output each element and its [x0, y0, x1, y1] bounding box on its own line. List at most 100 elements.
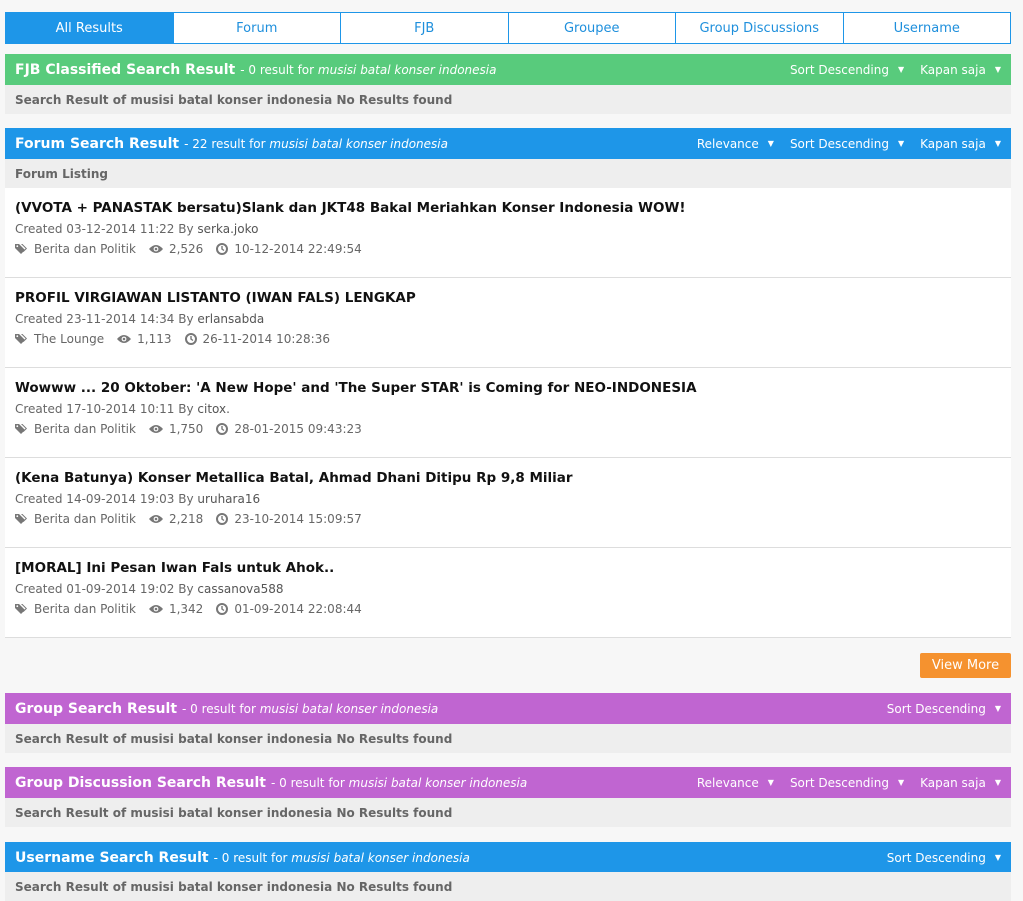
fjb-no-results: Search Result of musisi batal konser ind…	[5, 85, 1011, 114]
fjb-section-header: FJB Classified Search Result - 0 result …	[5, 54, 1011, 85]
thread-views: 1,750	[168, 422, 204, 436]
group-discussion-section-header: Group Discussion Search Result - 0 resul…	[5, 767, 1011, 798]
thread-author-link[interactable]: citox.	[197, 402, 230, 416]
tags-icon	[15, 334, 27, 344]
thread-title-link[interactable]: (Kena Batunya) Konser Metallica Batal, A…	[15, 468, 1001, 488]
thread-last-post: 28-01-2015 09:43:23	[234, 422, 362, 436]
group-query: musisi batal konser indonesia	[259, 701, 439, 716]
thread-author-link[interactable]: uruhara16	[197, 492, 260, 506]
group-discussion-sort-dropdown[interactable]: Sort Descending ▼	[790, 776, 904, 790]
tab-fjb[interactable]: FJB	[341, 13, 509, 43]
forum-listing: (VVOTA + PANASTAK bersatu)Slank dan JKT4…	[5, 188, 1011, 638]
group-result-count: - 0 result for musisi batal konser indon…	[182, 701, 439, 716]
thread-views: 2,526	[168, 242, 204, 256]
fjb-query: musisi batal konser indonesia	[317, 62, 497, 77]
list-item: (VVOTA + PANASTAK bersatu)Slank dan JKT4…	[5, 188, 1011, 278]
eye-icon	[117, 335, 132, 343]
thread-category-link[interactable]: Berita dan Politik	[34, 242, 136, 256]
thread-title-link[interactable]: [MORAL] Ini Pesan Iwan Fals untuk Ahok..	[15, 558, 1001, 578]
thread-author-link[interactable]: erlansabda	[197, 312, 264, 326]
result-tabs: All Results Forum FJB Groupee Group Disc…	[5, 12, 1011, 44]
thread-created: Created 03-12-2014 11:22 By serka.joko	[15, 222, 259, 236]
thread-author-link[interactable]: cassanova588	[197, 582, 283, 596]
forum-listing-label: Forum Listing	[5, 159, 1011, 188]
caret-down-icon: ▼	[994, 853, 1001, 862]
thread-author-link[interactable]: serka.joko	[197, 222, 258, 236]
group-discussion-time-dropdown[interactable]: Kapan saja ▼	[920, 776, 1001, 790]
clock-icon	[216, 513, 229, 525]
thread-category-link[interactable]: The Lounge	[34, 332, 104, 346]
tags-icon	[15, 514, 27, 524]
forum-sort-dropdown[interactable]: Sort Descending ▼	[790, 137, 904, 151]
thread-views: 1,113	[137, 332, 172, 346]
username-no-results: Search Result of musisi batal konser ind…	[5, 872, 1011, 901]
thread-title-link[interactable]: PROFIL VIRGIAWAN LISTANTO (IWAN FALS) LE…	[15, 288, 1001, 308]
eye-icon	[148, 425, 163, 433]
group-section-header: Group Search Result - 0 result for musis…	[5, 693, 1011, 724]
thread-title-link[interactable]: Wowww ... 20 Oktober: 'A New Hope' and '…	[15, 378, 1001, 398]
thread-category-link[interactable]: Berita dan Politik	[34, 422, 136, 436]
thread-title-link[interactable]: (VVOTA + PANASTAK bersatu)Slank dan JKT4…	[15, 198, 1001, 218]
thread-created: Created 14-09-2014 19:03 By uruhara16	[15, 492, 261, 506]
username-sort-dropdown[interactable]: Sort Descending ▼	[887, 851, 1001, 865]
thread-last-post: 01-09-2014 22:08:44	[234, 602, 362, 616]
tab-groupee[interactable]: Groupee	[509, 13, 676, 43]
list-item: Wowww ... 20 Oktober: 'A New Hope' and '…	[5, 368, 1011, 458]
caret-down-icon: ▼	[897, 139, 905, 148]
caret-down-icon: ▼	[994, 778, 1001, 787]
group-discussion-section-title: Group Discussion Search Result	[15, 774, 266, 791]
tab-forum[interactable]: Forum	[174, 13, 341, 43]
thread-created: Created 01-09-2014 19:02 By cassanova588	[15, 582, 284, 596]
eye-icon	[148, 605, 163, 613]
username-result-count: - 0 result for musisi batal konser indon…	[213, 850, 470, 865]
group-sort-dropdown[interactable]: Sort Descending ▼	[887, 702, 1001, 716]
list-item: (Kena Batunya) Konser Metallica Batal, A…	[5, 458, 1011, 548]
group-discussion-relevance-dropdown[interactable]: Relevance ▼	[697, 776, 774, 790]
forum-result-count: - 22 result for musisi batal konser indo…	[184, 136, 448, 151]
tab-all-results[interactable]: All Results	[6, 13, 174, 43]
clock-icon	[216, 243, 229, 255]
forum-section-header: Forum Search Result - 22 result for musi…	[5, 128, 1011, 159]
forum-time-dropdown[interactable]: Kapan saja ▼	[920, 137, 1001, 151]
list-item: [MORAL] Ini Pesan Iwan Fals untuk Ahok..…	[5, 548, 1011, 638]
fjb-sort-dropdown[interactable]: Sort Descending ▼	[790, 63, 904, 77]
group-no-results: Search Result of musisi batal konser ind…	[5, 724, 1011, 753]
caret-down-icon: ▼	[897, 65, 905, 74]
eye-icon	[148, 515, 163, 523]
forum-query: musisi batal konser indonesia	[269, 136, 448, 151]
caret-down-icon: ▼	[767, 778, 774, 787]
username-section-header: Username Search Result - 0 result for mu…	[5, 842, 1011, 873]
username-query: musisi batal konser indonesia	[291, 850, 470, 865]
thread-last-post: 10-12-2014 22:49:54	[234, 242, 362, 256]
forum-section-title: Forum Search Result	[15, 135, 180, 152]
thread-last-post: 23-10-2014 15:09:57	[234, 512, 362, 526]
thread-category-link[interactable]: Berita dan Politik	[34, 512, 136, 526]
thread-category-link[interactable]: Berita dan Politik	[34, 602, 136, 616]
forum-relevance-dropdown[interactable]: Relevance ▼	[697, 137, 774, 151]
tab-group-discussions[interactable]: Group Discussions	[676, 13, 844, 43]
tags-icon	[15, 604, 27, 614]
caret-down-icon: ▼	[767, 139, 774, 148]
caret-down-icon: ▼	[994, 704, 1001, 713]
fjb-section-title: FJB Classified Search Result	[15, 61, 236, 78]
thread-created: Created 23-11-2014 14:34 By erlansabda	[15, 312, 265, 326]
view-more-button[interactable]: View More	[920, 653, 1011, 678]
group-section-title: Group Search Result	[15, 700, 178, 717]
tags-icon	[15, 244, 27, 254]
group-discussion-no-results: Search Result of musisi batal konser ind…	[5, 798, 1011, 827]
fjb-time-dropdown[interactable]: Kapan saja ▼	[920, 63, 1001, 77]
thread-views: 2,218	[168, 512, 204, 526]
thread-views: 1,342	[168, 602, 204, 616]
tab-username[interactable]: Username	[844, 13, 1011, 43]
thread-created: Created 17-10-2014 10:11 By citox.	[15, 402, 230, 416]
caret-down-icon: ▼	[897, 778, 905, 787]
clock-icon	[216, 423, 229, 435]
group-discussion-result-count: - 0 result for musisi batal konser indon…	[270, 775, 528, 790]
clock-icon	[184, 333, 197, 345]
fjb-result-count: - 0 result for musisi batal konser indon…	[240, 62, 497, 77]
thread-last-post: 26-11-2014 10:28:36	[202, 332, 330, 346]
clock-icon	[216, 603, 229, 615]
eye-icon	[148, 245, 163, 253]
group-discussion-query: musisi batal konser indonesia	[348, 775, 528, 790]
username-section-title: Username Search Result	[15, 849, 209, 866]
